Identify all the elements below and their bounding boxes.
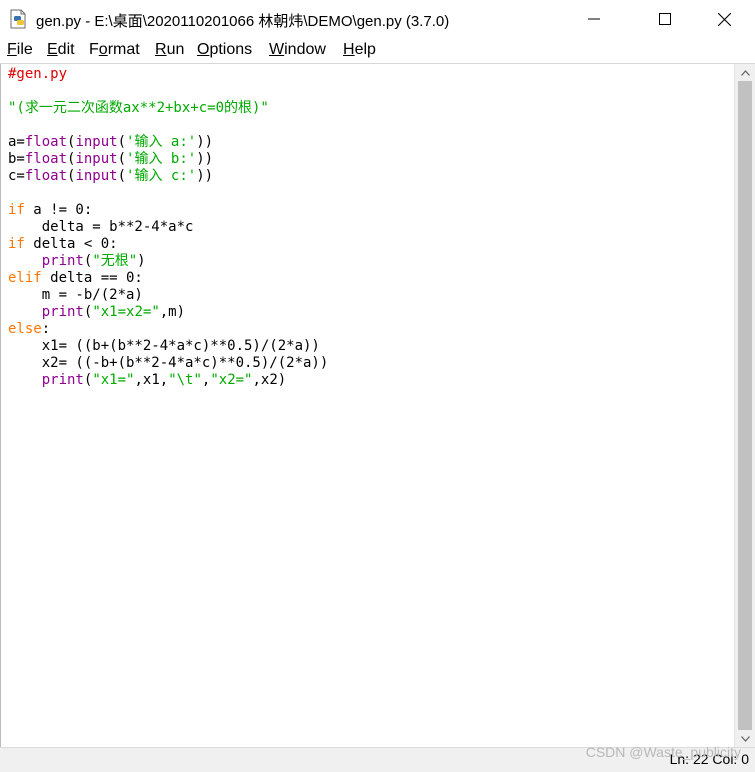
menu-window[interactable]: Window xyxy=(269,41,326,59)
vertical-scrollbar[interactable] xyxy=(734,64,755,747)
watermark: CSDN @Waste_publicity xyxy=(585,744,741,760)
scroll-up-arrow-icon xyxy=(741,69,750,76)
menu-help[interactable]: Help xyxy=(343,41,376,59)
title-bar: gen.py - E:\桌面\2020110201066 林朝炜\DEMO\ge… xyxy=(0,0,755,38)
code-line-comment: #gen.py xyxy=(8,66,68,82)
menu-file[interactable]: File xyxy=(7,41,33,59)
code-editor[interactable]: #gen.py "(求一元二次函数ax**2+bx+c=0的根)" a=floa… xyxy=(0,64,735,747)
menu-edit[interactable]: Edit xyxy=(47,41,75,59)
scroll-up-button[interactable] xyxy=(735,64,755,81)
menu-run[interactable]: Run xyxy=(155,41,184,59)
close-button[interactable] xyxy=(701,0,747,38)
menu-options[interactable]: Options xyxy=(197,41,252,59)
window-title: gen.py - E:\桌面\2020110201066 林朝炜\DEMO\ge… xyxy=(36,13,450,30)
python-file-icon[interactable] xyxy=(10,9,28,29)
code-text[interactable]: #gen.py "(求一元二次函数ax**2+bx+c=0的根)" a=floa… xyxy=(8,66,328,389)
scroll-down-arrow-icon xyxy=(741,735,750,742)
minimize-icon xyxy=(588,18,600,20)
menu-format[interactable]: Format xyxy=(89,41,140,59)
maximize-button[interactable] xyxy=(642,0,688,38)
close-icon xyxy=(717,12,731,26)
code-line-docstring: "(求一元二次函数ax**2+bx+c=0的根)" xyxy=(8,100,269,116)
menu-bar: File Edit Format Run Options Window Help xyxy=(0,38,755,64)
scrollbar-thumb[interactable] xyxy=(738,81,752,730)
minimize-button[interactable] xyxy=(571,0,617,38)
maximize-icon xyxy=(659,13,671,25)
